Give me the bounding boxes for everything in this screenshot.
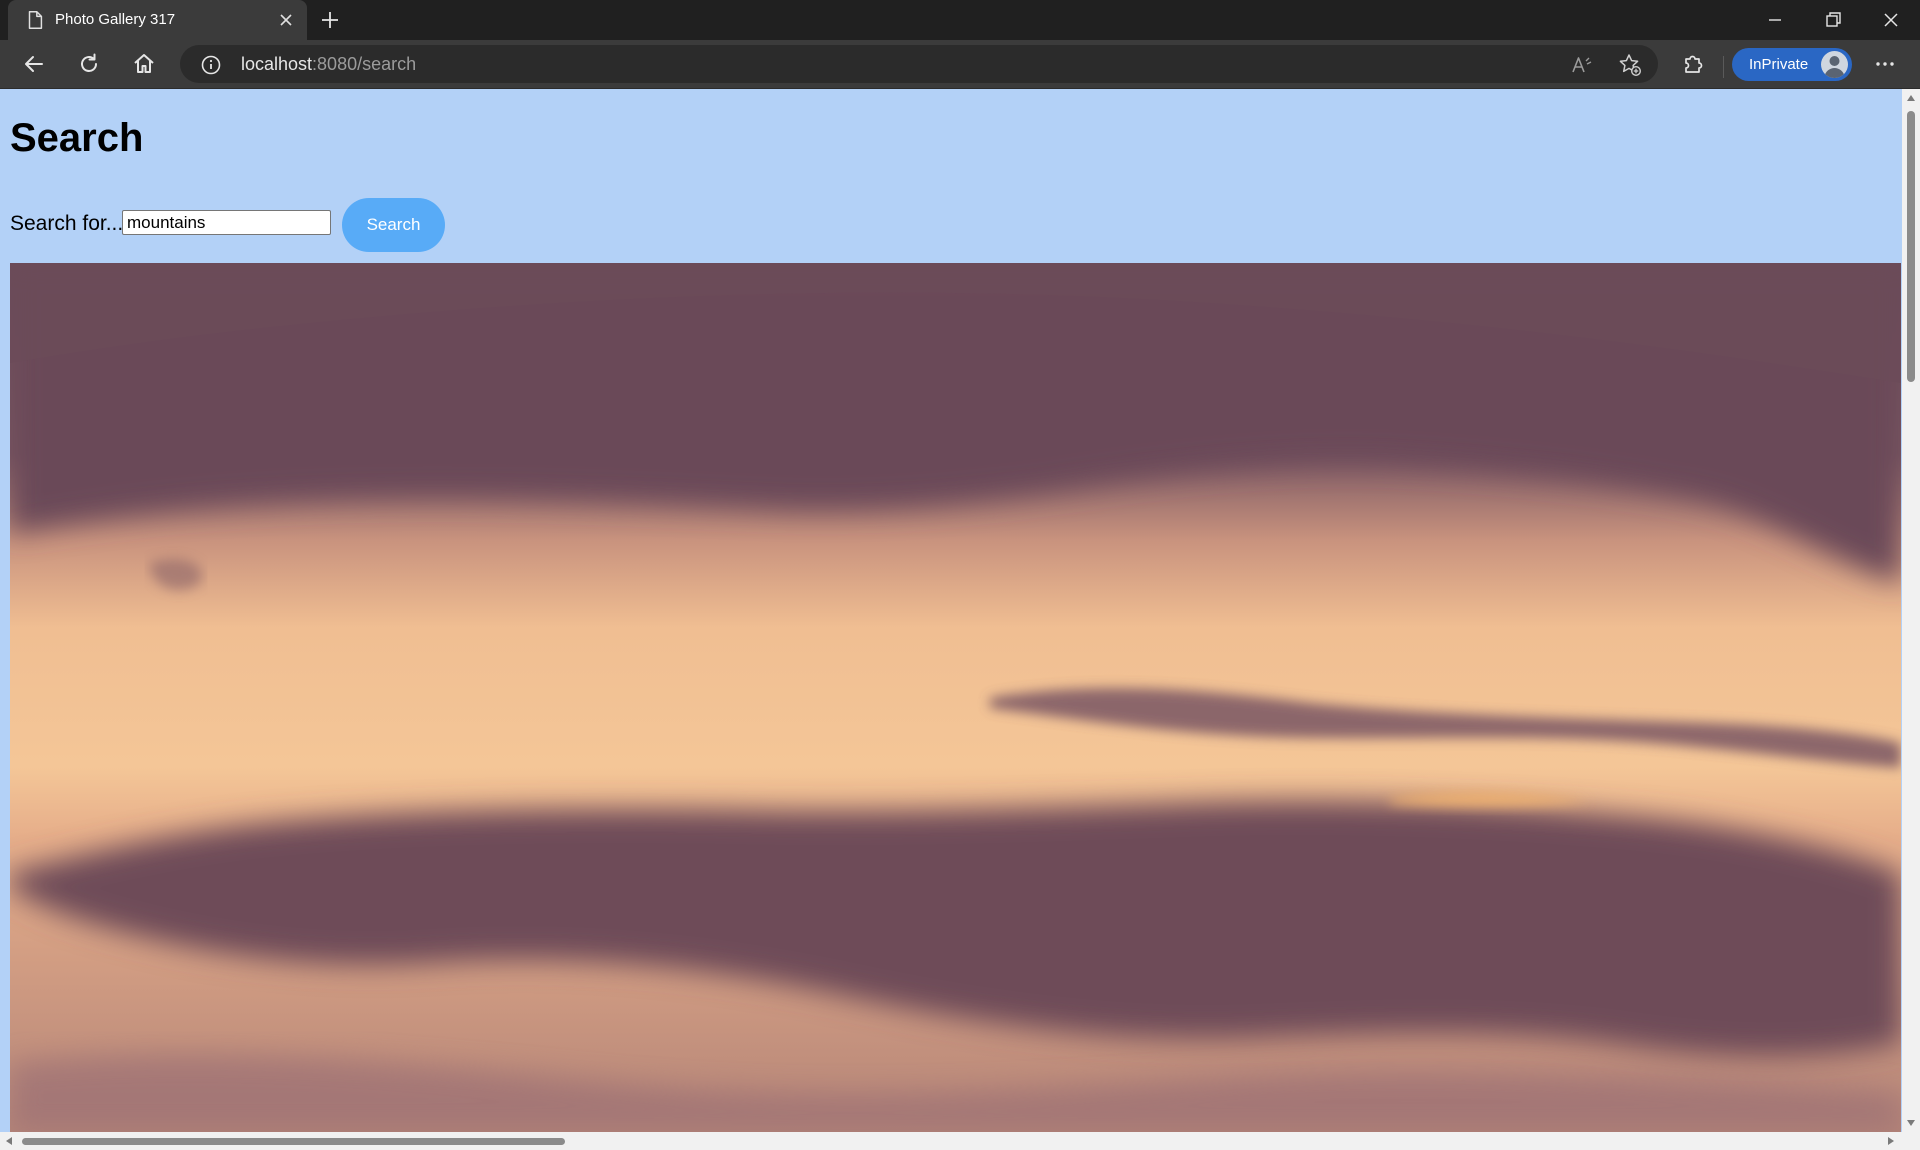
url-host: localhost — [241, 54, 313, 74]
minimize-icon[interactable] — [1763, 8, 1787, 32]
vertical-scrollbar[interactable] — [1902, 89, 1920, 1132]
read-aloud-icon[interactable] — [1570, 53, 1594, 77]
horizontal-scrollbar[interactable] — [0, 1132, 1920, 1150]
gallery-photo[interactable] — [10, 263, 1901, 1132]
home-icon[interactable] — [130, 50, 158, 78]
toolbar-divider — [1723, 56, 1724, 78]
scroll-up-arrow-icon[interactable] — [1906, 93, 1916, 103]
vertical-scroll-thumb[interactable] — [1907, 111, 1915, 382]
tab-strip: Photo Gallery 317 — [0, 0, 1920, 40]
restore-icon[interactable] — [1821, 8, 1845, 32]
inprivate-label: InPrivate — [1749, 56, 1809, 73]
star-add-icon[interactable] — [1617, 52, 1643, 78]
puzzle-icon[interactable] — [1679, 50, 1707, 78]
browser-toolbar: localhost:8080/search InPrivate — [0, 40, 1920, 89]
url-text[interactable]: localhost:8080/search — [241, 54, 416, 75]
tab-active[interactable]: Photo Gallery 317 — [8, 0, 307, 40]
search-label: Search for... — [10, 212, 124, 235]
page-title: Search — [10, 116, 144, 160]
search-button[interactable]: Search — [342, 198, 445, 252]
scroll-right-arrow-icon[interactable] — [1886, 1136, 1896, 1146]
close-tab-icon[interactable] — [277, 11, 295, 29]
profile-icon — [1824, 56, 1845, 78]
scroll-left-arrow-icon[interactable] — [4, 1136, 14, 1146]
scroll-down-arrow-icon[interactable] — [1906, 1118, 1916, 1128]
more-icon[interactable] — [1871, 50, 1899, 78]
search-input[interactable] — [122, 210, 331, 235]
sunset-clouds-image — [10, 263, 1901, 1132]
url-path: :8080/search — [312, 54, 417, 74]
address-bar[interactable]: localhost:8080/search — [180, 45, 1658, 83]
info-icon[interactable] — [200, 54, 222, 76]
refresh-icon[interactable] — [75, 50, 103, 78]
tab-title: Photo Gallery 317 — [55, 11, 176, 28]
new-tab-icon[interactable] — [318, 8, 342, 32]
horizontal-scroll-thumb[interactable] — [22, 1138, 565, 1145]
page-icon — [28, 11, 43, 29]
avatar — [1821, 51, 1848, 78]
close-window-icon[interactable] — [1879, 8, 1903, 32]
page-viewport: Search Search for... Search — [0, 89, 1902, 1132]
arrow-left-icon[interactable] — [20, 50, 48, 78]
inprivate-button[interactable]: InPrivate — [1732, 48, 1852, 81]
